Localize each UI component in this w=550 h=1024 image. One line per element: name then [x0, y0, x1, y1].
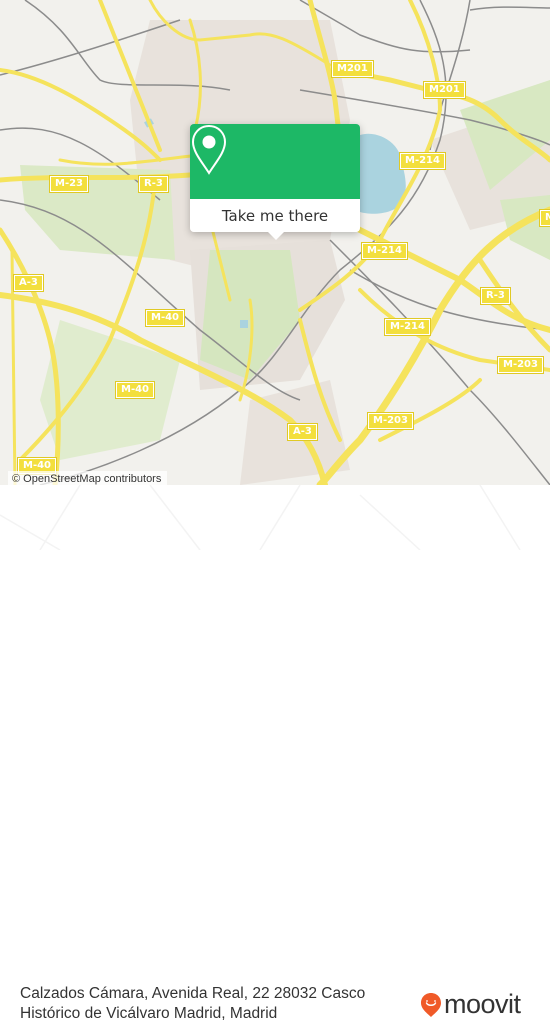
road-label-r3: R-3: [480, 287, 511, 305]
road-label-a3: A-3: [13, 274, 44, 292]
road-label-m214: M-214: [399, 152, 446, 170]
road-label-m201: M201: [331, 60, 374, 78]
pond-2: [240, 320, 248, 328]
map-attribution[interactable]: © OpenStreetMap contributors: [8, 471, 168, 485]
location-popup: Take me there: [190, 124, 360, 240]
road-label-m40: M-40: [114, 381, 156, 399]
take-me-there-button[interactable]: Take me there: [190, 199, 360, 232]
map[interactable]: M201 M201 M-214 M-214 M-214 M-23 R-3 R-3…: [0, 0, 550, 485]
road-label-m203: M-203: [367, 412, 414, 430]
moovit-wordmark: moovit: [444, 989, 521, 1019]
footer-background-pattern: [0, 485, 521, 550]
road-label-a3: A-3: [287, 423, 318, 441]
map-pin-icon: [191, 124, 227, 175]
popup-pointer: [267, 231, 285, 240]
road-label-m23: M-23: [48, 175, 90, 193]
map-tiles: [0, 0, 550, 485]
road-label-partial: M: [539, 209, 550, 227]
road-label-m201: M201: [423, 81, 466, 99]
road-label-r3: R-3: [138, 175, 169, 193]
location-address: Calzados Cámara, Avenida Real, 22 28032 …: [20, 985, 366, 1022]
moovit-pin-icon: [421, 992, 441, 1017]
road-label-m203: M-203: [497, 356, 544, 374]
road-label-m214: M-214: [384, 318, 431, 336]
popup-header: [190, 124, 360, 199]
moovit-logo[interactable]: moovit: [420, 991, 521, 1018]
road-label-m40: M-40: [144, 309, 186, 327]
road-label-m214: M-214: [361, 242, 408, 260]
park-east: [500, 195, 550, 260]
footer: Calzados Cámara, Avenida Real, 22 28032 …: [0, 485, 550, 1022]
